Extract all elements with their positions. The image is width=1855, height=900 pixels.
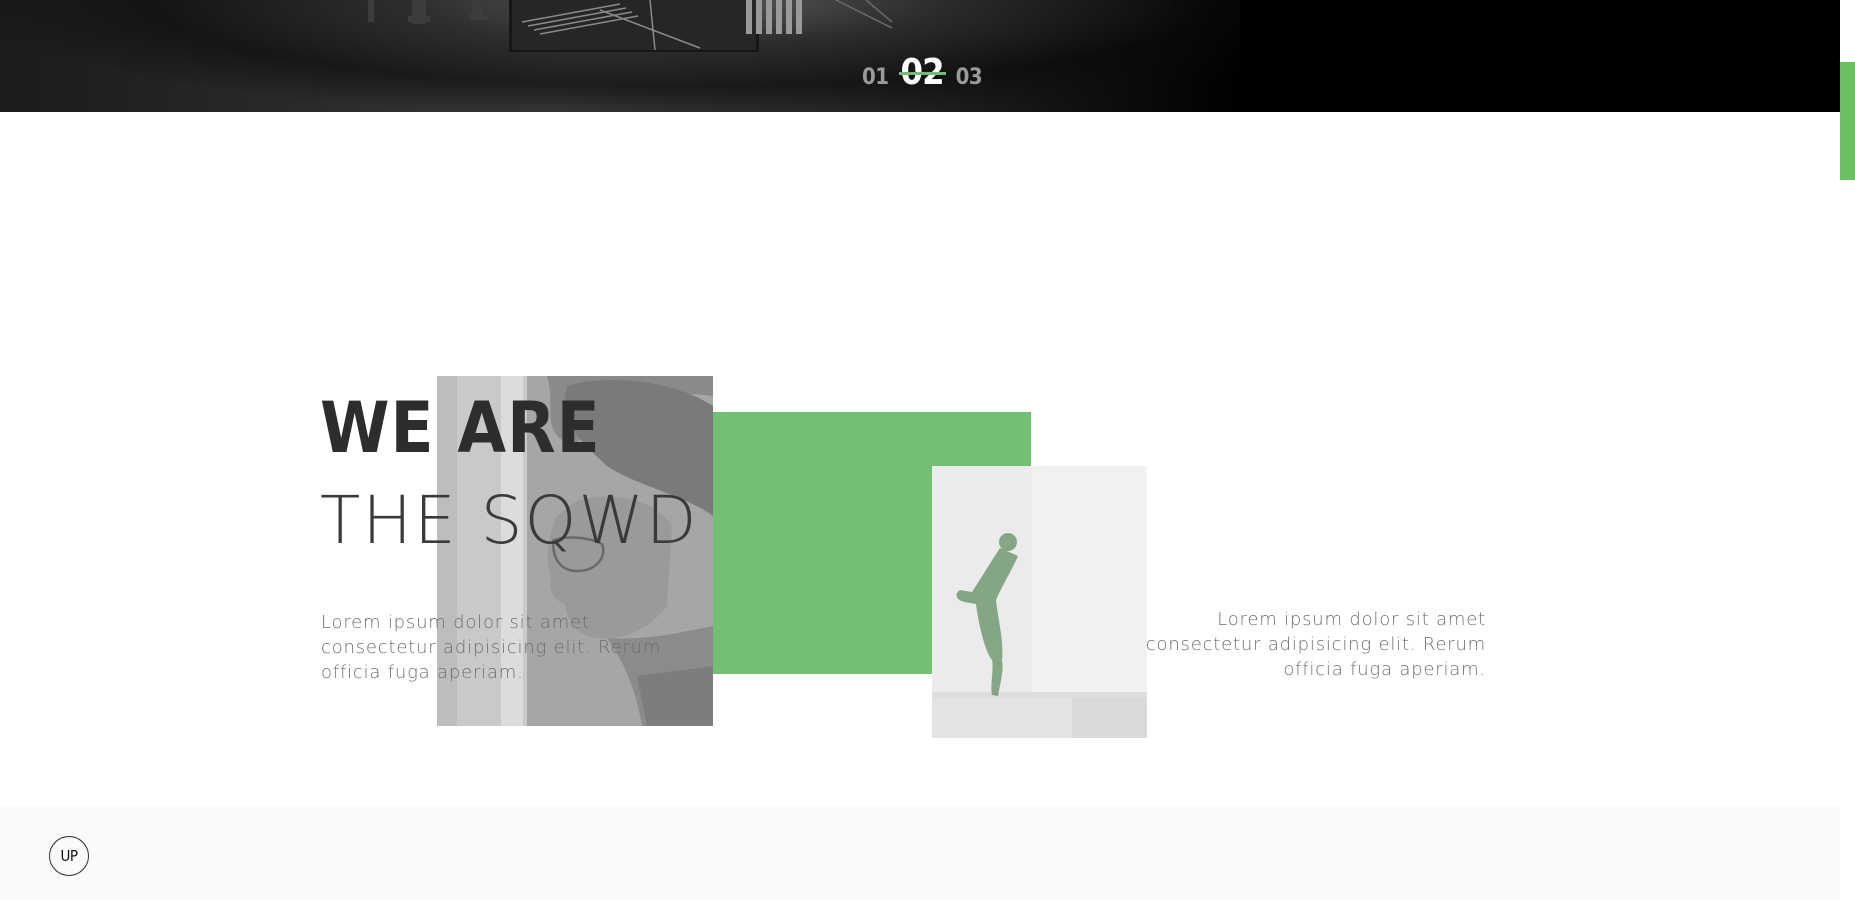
page: 01 02 03 WE ARE THE SQWD Lorem ipsum dol… (0, 0, 1855, 900)
hero-image (0, 0, 1240, 112)
runner-silhouette (956, 533, 1018, 696)
up-label: UP (60, 847, 78, 865)
scroll-progress-indicator[interactable] (1840, 62, 1855, 180)
section-headline: WE ARE THE SQWD (320, 383, 699, 569)
slide-01-button[interactable]: 01 (862, 65, 889, 90)
scroll-to-top-button[interactable]: UP (49, 836, 89, 876)
slide-03-button[interactable]: 03 (956, 65, 983, 90)
slide-02-button-active[interactable]: 02 (898, 52, 946, 93)
hero-slider: 01 02 03 (0, 0, 1840, 112)
headline-line-the-sqwd: THE SQWD (320, 482, 699, 559)
slide-pagination: 01 02 03 (862, 52, 983, 93)
footer-bar (0, 806, 1840, 900)
headline-line-we-are: WE ARE (320, 387, 601, 469)
intro-paragraph-left: Lorem ipsum dolor sit amet consectetur a… (321, 612, 662, 683)
intro-paragraph-right: Lorem ipsum dolor sit amet consectetur a… (1145, 609, 1486, 680)
